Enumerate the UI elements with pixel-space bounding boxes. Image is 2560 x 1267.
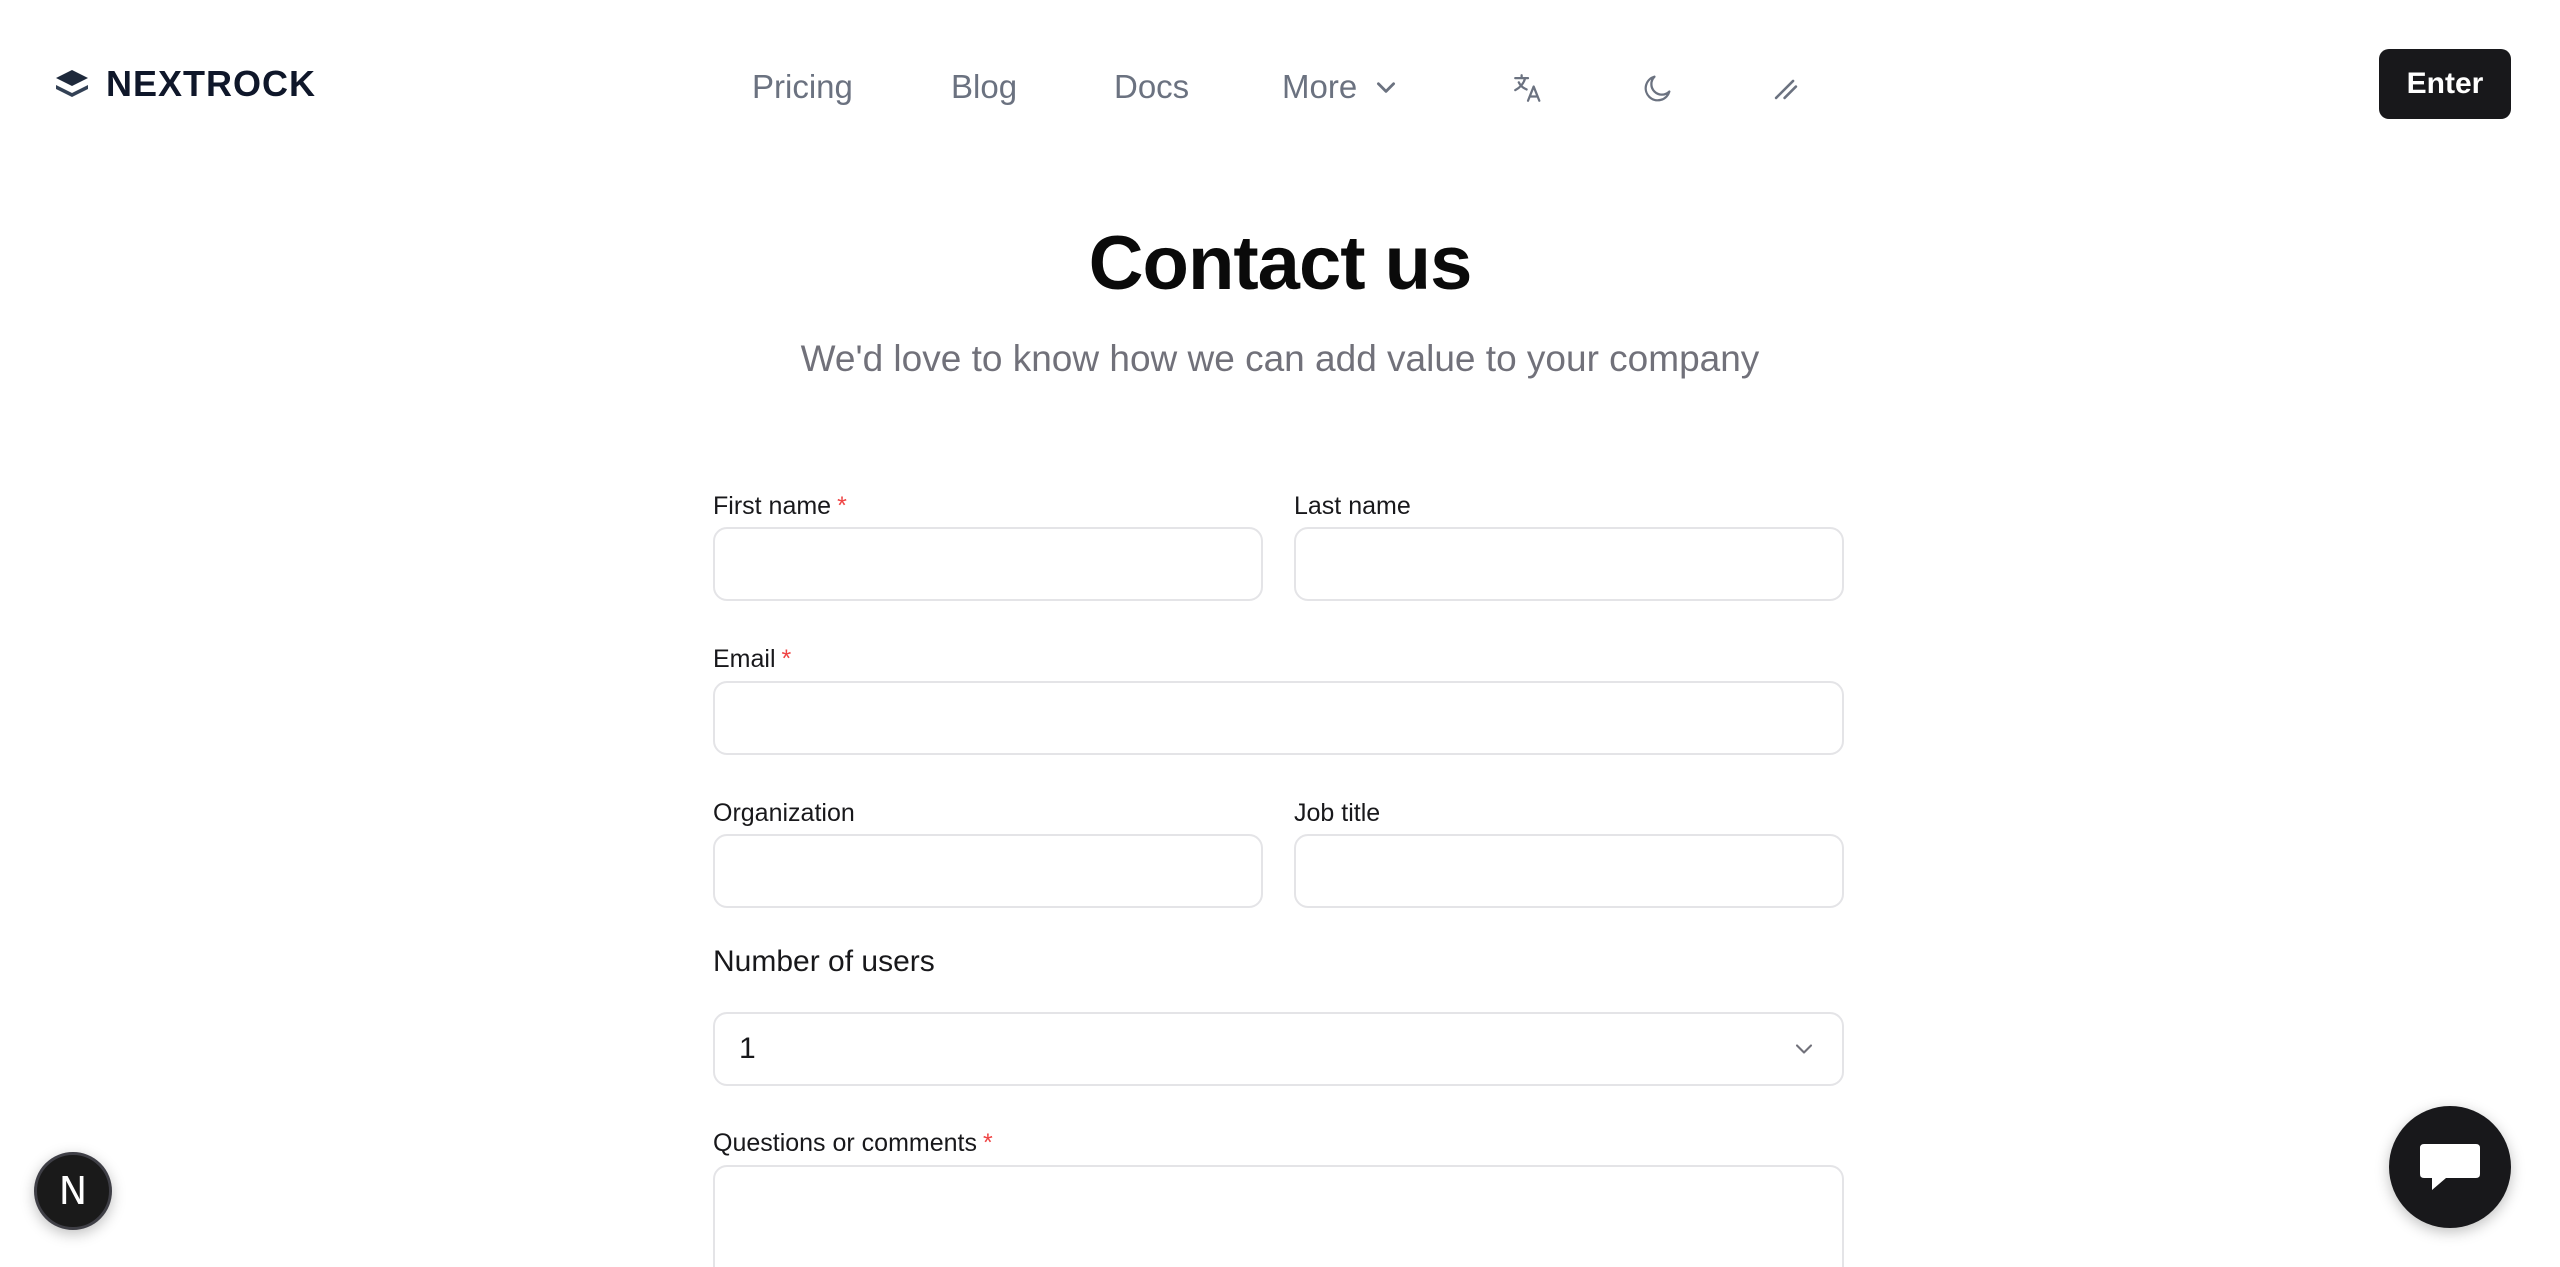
organization-label-text: Organization — [713, 799, 855, 827]
moon-icon — [1644, 75, 1671, 102]
comments-textarea[interactable] — [713, 1165, 1844, 1267]
email-label: Email * — [713, 645, 791, 674]
first-name-label-text: First name — [713, 492, 832, 520]
theme-toggle-button[interactable] — [1634, 64, 1682, 112]
required-marker: * — [983, 1129, 993, 1157]
nav-docs-link[interactable]: Docs — [1114, 68, 1189, 106]
nav-more-label: More — [1282, 68, 1358, 105]
chat-icon — [2420, 1144, 2480, 1190]
comments-label-text: Questions or comments — [713, 1129, 977, 1157]
first-name-input[interactable] — [713, 527, 1263, 601]
required-marker: * — [781, 645, 792, 673]
organization-label: Organization — [713, 799, 855, 828]
page-title: Contact us — [1088, 221, 1473, 306]
organization-input[interactable] — [713, 834, 1263, 908]
email-input[interactable] — [713, 681, 1844, 755]
number-of-users-value: 1 — [739, 1032, 756, 1065]
language-button[interactable] — [1504, 64, 1552, 112]
brand-name: NEXTROCK — [106, 63, 317, 104]
translate-icon — [1514, 74, 1541, 102]
last-name-input[interactable] — [1294, 527, 1844, 601]
comments-label: Questions or comments * — [713, 1129, 993, 1158]
nav-more-dropdown[interactable]: More — [1282, 68, 1399, 106]
page-subtitle: We'd love to know how we can add value t… — [800, 338, 1760, 379]
job-title-label: Job title — [1294, 799, 1380, 828]
nav-blog-link[interactable]: Blog — [951, 68, 1017, 106]
number-of-users-label: Number of users — [713, 945, 935, 978]
number-of-users-select[interactable]: 1 — [713, 1012, 1844, 1086]
chevron-down-icon — [1377, 82, 1396, 93]
email-label-text: Email — [713, 645, 776, 673]
slash-icon — [1774, 79, 1798, 100]
job-title-label-text: Job title — [1294, 799, 1381, 827]
chevron-down-icon — [1795, 1044, 1813, 1054]
brand-logo[interactable]: NEXTROCK — [52, 62, 316, 106]
job-title-input[interactable] — [1294, 834, 1844, 908]
last-name-label-text: Last name — [1294, 492, 1411, 520]
site-header: NEXTROCK Pricing Blog Docs More Enter — [0, 0, 2560, 170]
first-name-label: First name * — [713, 492, 847, 521]
command-button[interactable] — [1762, 64, 1810, 112]
last-name-label: Last name — [1294, 492, 1411, 521]
badge-letter: N — [58, 1169, 88, 1213]
layers-icon — [56, 70, 88, 97]
enter-button[interactable]: Enter — [2379, 49, 2511, 119]
nav-pricing-link[interactable]: Pricing — [752, 68, 853, 106]
dev-tools-badge[interactable]: N — [34, 1152, 112, 1230]
chat-launcher-button[interactable] — [2389, 1106, 2511, 1228]
required-marker: * — [837, 492, 847, 520]
